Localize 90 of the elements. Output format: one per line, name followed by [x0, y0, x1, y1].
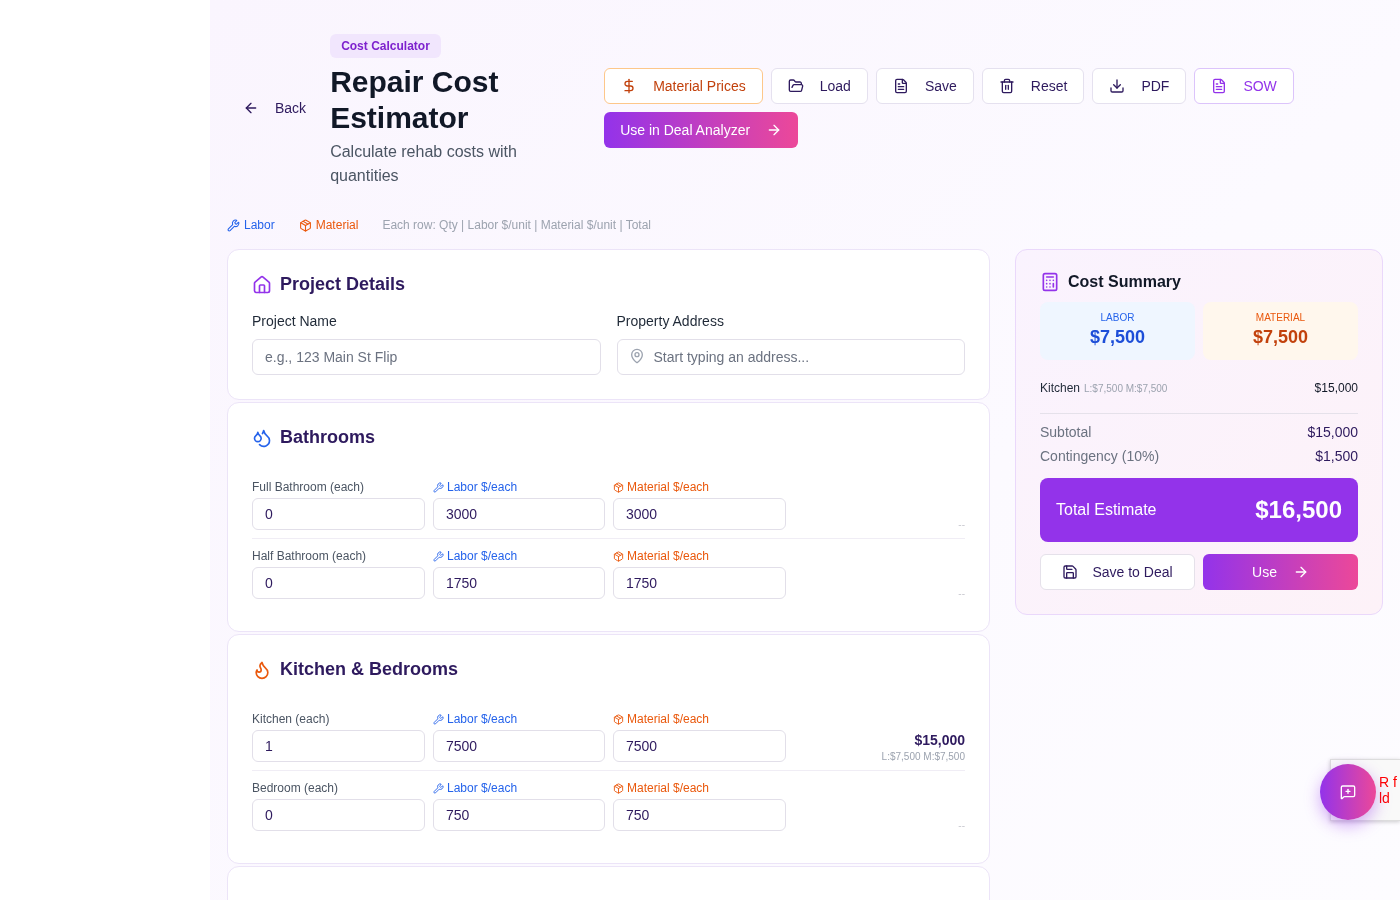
field-label: Property Address: [616, 313, 725, 329]
labor-label-text: Labor $/each: [447, 549, 518, 563]
toolbar-button[interactable]: Material Prices: [604, 68, 763, 104]
toolbar-button[interactable]: Save: [875, 68, 974, 104]
material-legend-label: Material: [315, 218, 359, 232]
row-total: --: [958, 588, 965, 599]
material-label-text: Material $/each: [627, 549, 710, 563]
labor-label-text: Labor $/each: [447, 781, 518, 795]
row-total: $15,000: [914, 732, 965, 748]
save-icon: [1062, 564, 1079, 580]
address-field[interactable]: Start typing an address...: [616, 339, 965, 375]
page-subtitle: Calculate rehab costs with quantities: [330, 142, 518, 186]
summary-title: Cost Summary: [1068, 273, 1181, 291]
quantity-label: Half Bathroom (each): [252, 549, 368, 563]
contingency-label: Contingency (10%): [1040, 448, 1160, 464]
message-plus-icon: [1340, 784, 1356, 800]
quantity-label: Bedroom (each): [252, 781, 340, 795]
card-title: Kitchen & Bedrooms: [280, 659, 459, 680]
card-title: Bathrooms: [280, 427, 375, 448]
subtotal-label: Subtotal: [1040, 424, 1092, 440]
labor-label-text: Labor $/each: [447, 712, 518, 726]
wrench-icon: [227, 218, 240, 232]
labor-tile-value: $7,500: [1089, 327, 1146, 348]
back-button[interactable]: Back: [227, 92, 323, 124]
trash-icon: [998, 78, 1015, 94]
material-field[interactable]: 750: [613, 799, 786, 831]
labor-field[interactable]: 3000: [433, 498, 605, 530]
flame-icon: [252, 659, 272, 680]
document-icon: [892, 78, 909, 94]
house-icon: [252, 274, 272, 295]
material-label-text: Material $/each: [627, 480, 710, 494]
quantity-field[interactable]: 0: [252, 498, 425, 530]
quantity-label: Kitchen (each): [252, 712, 331, 726]
material-label-text: Material $/each: [627, 712, 710, 726]
material-tile-value: $7,500: [1252, 327, 1309, 348]
use-in-deal-analyzer-button[interactable]: Use in Deal Analyzer: [604, 112, 799, 148]
card-title: Project Details: [280, 274, 406, 295]
package-icon: [613, 550, 624, 562]
use-button[interactable]: Use: [1203, 554, 1358, 590]
labor-legend-label: Labor: [244, 218, 275, 232]
legend-hint: Each row: Qty | Labor $/unit | Material $/unit | Total: [382, 218, 651, 232]
item-total: $15,000: [1314, 381, 1358, 395]
total-label: Total Estimate: [1056, 501, 1157, 519]
package-icon: [613, 782, 624, 794]
input-field[interactable]: e.g., 123 Main St Flip: [252, 339, 601, 375]
row-total: --: [958, 519, 965, 530]
wrench-icon: [433, 550, 444, 562]
labor-label-text: Labor $/each: [447, 480, 518, 494]
subtotal-value: $15,000: [1307, 424, 1358, 440]
popup-text: R f: [1379, 774, 1397, 790]
cost-calculator-badge: Cost Calculator: [330, 34, 441, 58]
page-title: Repair Cost Estimator: [330, 64, 500, 136]
quantity-field[interactable]: 0: [252, 799, 425, 831]
document-icon: [1211, 78, 1228, 94]
material-field[interactable]: 3000: [613, 498, 786, 530]
package-icon: [613, 713, 624, 725]
labor-field[interactable]: 750: [433, 799, 605, 831]
material-field[interactable]: 1750: [613, 567, 786, 599]
total-value: $16,500: [1255, 496, 1342, 524]
labor-field[interactable]: 1750: [433, 567, 605, 599]
wrench-icon: [433, 782, 444, 794]
material-label-text: Material $/each: [627, 781, 710, 795]
wrench-icon: [433, 481, 444, 493]
save-to-deal-button[interactable]: Save to Deal: [1040, 554, 1195, 590]
item-breakdown: L:$7,500 M:$7,500: [1084, 383, 1168, 394]
toolbar-button[interactable]: PDF: [1092, 68, 1187, 104]
material-field[interactable]: 7500: [613, 730, 786, 762]
droplets-icon: [252, 427, 272, 448]
popup-text: ld: [1379, 790, 1390, 806]
field-label: Project Name: [252, 313, 338, 329]
quantity-label: Full Bathroom (each): [252, 480, 366, 494]
labor-field[interactable]: 7500: [433, 730, 605, 762]
calculator-icon: [1040, 272, 1060, 292]
item-name: Kitchen: [1040, 381, 1081, 395]
row-breakdown: L:$7,500 M:$7,500: [881, 751, 965, 762]
quantity-field[interactable]: 0: [252, 567, 425, 599]
folder-icon: [787, 78, 804, 94]
toolbar-button[interactable]: SOW: [1194, 68, 1294, 104]
toolbar-button[interactable]: Load: [770, 68, 868, 104]
row-total: --: [958, 820, 965, 831]
material-tile-label: MATERIAL: [1255, 312, 1306, 323]
contingency-value: $1,500: [1315, 448, 1358, 464]
wrench-icon: [433, 713, 444, 725]
package-icon: [298, 218, 312, 232]
toolbar-button[interactable]: Reset: [981, 68, 1085, 104]
map-pin-icon: [628, 348, 645, 364]
package-icon: [613, 481, 624, 493]
quantity-field[interactable]: 1: [252, 730, 425, 762]
labor-tile-label: LABOR: [1100, 312, 1135, 323]
download-icon: [1109, 78, 1126, 94]
